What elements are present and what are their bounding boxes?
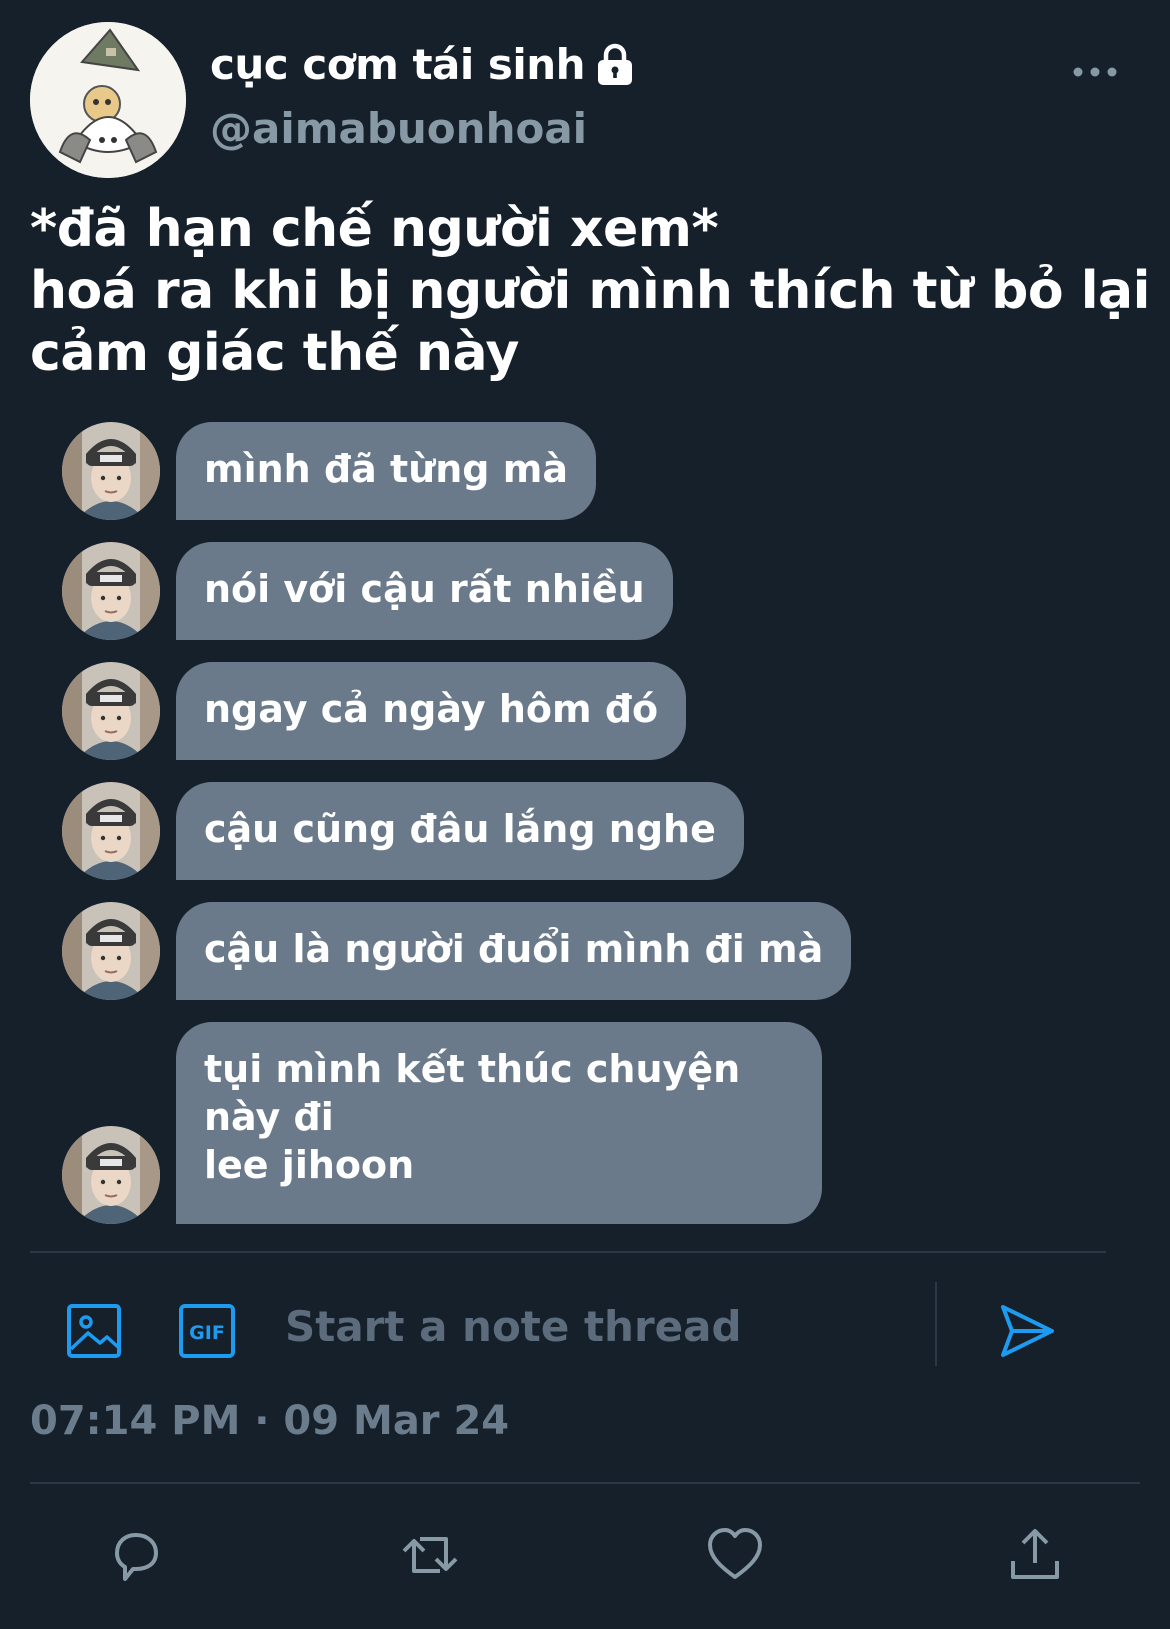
message-avatar: [62, 902, 160, 1000]
message-bubble: ngay cả ngày hôm đó: [176, 662, 687, 760]
message-avatar: [62, 662, 160, 760]
divider: [30, 1251, 1106, 1253]
message-bubble: tụi mình kết thúc chuyện này đi lee jiho…: [176, 1022, 822, 1224]
send-icon[interactable]: [998, 1302, 1056, 1360]
divider: [30, 1482, 1140, 1484]
note-thread-input[interactable]: Start a note thread: [285, 1302, 742, 1351]
tweet-timestamp[interactable]: 07:14 PM · 09 Mar 24: [30, 1398, 509, 1444]
message-row: nói với cậu rất nhiều: [62, 542, 673, 640]
tweet-actions: [0, 1525, 1170, 1585]
message-row: cậu là người đuổi mình đi mà: [62, 902, 852, 1000]
message-row: mình đã từng mà: [62, 422, 596, 520]
retweet-icon[interactable]: [400, 1525, 460, 1585]
tweet-header: cục cơm tái sinh @aimabuonhoai: [30, 22, 1140, 182]
note-thread-bar: GIF Start a note thread: [30, 1262, 1110, 1372]
message-avatar: [62, 422, 160, 520]
image-icon[interactable]: [66, 1303, 122, 1359]
reply-icon[interactable]: [105, 1525, 165, 1585]
tweet-text: *đã hạn chế người xem* hoá ra khi bị ngư…: [30, 199, 1150, 383]
gif-icon[interactable]: GIF: [178, 1303, 236, 1359]
lock-icon: [598, 43, 633, 85]
message-bubble: cậu là người đuổi mình đi mà: [176, 902, 852, 1000]
display-name-row[interactable]: cục cơm tái sinh: [210, 40, 635, 89]
heart-icon[interactable]: [705, 1525, 765, 1585]
user-handle[interactable]: @aimabuonhoai: [210, 104, 587, 153]
message-bubble: cậu cũng đâu lắng nghe: [176, 782, 744, 880]
message-avatar: [62, 782, 160, 880]
share-icon[interactable]: [1005, 1525, 1065, 1585]
note-bar-divider: [935, 1282, 937, 1366]
more-horizontal-icon[interactable]: [1070, 62, 1120, 82]
message-avatar: [62, 1126, 160, 1224]
message-row: ngay cả ngày hôm đó: [62, 662, 687, 760]
message-row: cậu cũng đâu lắng nghe: [62, 782, 744, 880]
message-avatar: [62, 542, 160, 640]
message-row: tụi mình kết thúc chuyện này đi lee jiho…: [62, 1022, 822, 1224]
message-bubble: nói với cậu rất nhiều: [176, 542, 673, 640]
message-bubble: mình đã từng mà: [176, 422, 596, 520]
gif-label: GIF: [189, 1322, 225, 1344]
profile-avatar[interactable]: [30, 22, 186, 178]
display-name[interactable]: cục cơm tái sinh: [210, 40, 586, 89]
